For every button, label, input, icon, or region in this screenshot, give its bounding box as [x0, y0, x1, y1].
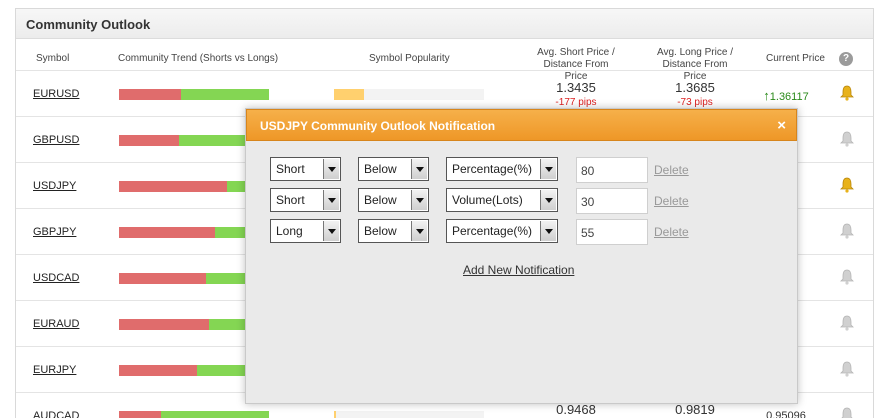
symbol-link[interactable]: GBPUSD: [33, 134, 79, 146]
symbol-link[interactable]: EURAUD: [33, 318, 79, 330]
avg-short-distance: -177 pips: [555, 97, 597, 108]
popularity-bar: [334, 89, 484, 100]
column-current-price: Current Price: [766, 53, 825, 64]
chevron-down-icon[interactable]: [323, 190, 339, 210]
current-price: ↑1.36117: [746, 88, 826, 103]
type-value: Long: [276, 224, 303, 238]
trend-bar-shorts: [119, 273, 206, 284]
notification-row: Long Below Percentage(%) 55 Delete: [270, 219, 770, 245]
notification-row: Short Below Percentage(%) 80 Delete: [270, 157, 770, 183]
condition-value: Below: [364, 162, 397, 176]
chevron-down-icon[interactable]: [323, 221, 339, 241]
current-price-value: 0.95096: [766, 410, 806, 418]
trend-bar-shorts: [119, 365, 197, 376]
popularity-bar: [334, 411, 484, 418]
modal-title: USDJPY Community Outlook Notification: [260, 119, 496, 133]
type-select[interactable]: Long: [270, 219, 341, 243]
symbol-link[interactable]: USDJPY: [33, 180, 76, 192]
column-avg-long-line1: Avg. Long Price /: [657, 47, 733, 58]
trend-bar-shorts: [119, 319, 209, 330]
chevron-down-icon[interactable]: [411, 190, 427, 210]
bell-icon[interactable]: [840, 407, 854, 418]
bell-active-icon[interactable]: [840, 177, 854, 193]
bell-active-icon[interactable]: [840, 85, 854, 101]
avg-short-price: 0.9468: [556, 402, 596, 417]
panel-title: Community Outlook: [16, 9, 873, 39]
delete-link[interactable]: Delete: [654, 194, 689, 208]
chevron-down-icon[interactable]: [411, 221, 427, 241]
popularity-bar-fill: [334, 411, 336, 418]
notification-row: Short Below Volume(Lots) 30 Delete: [270, 188, 770, 214]
measure-select[interactable]: Percentage(%): [446, 219, 558, 243]
column-popularity: Symbol Popularity: [369, 53, 450, 64]
avg-short-price: 1.3435: [556, 80, 596, 95]
symbol-link[interactable]: EURJPY: [33, 364, 76, 376]
value-input[interactable]: 30: [576, 188, 648, 214]
condition-value: Below: [364, 193, 397, 207]
column-avg-short-line1: Avg. Short Price /: [537, 47, 615, 58]
measure-value: Volume(Lots): [452, 193, 523, 207]
current-price-value: 1.36117: [769, 91, 809, 103]
trend-bar: [119, 89, 269, 100]
close-icon[interactable]: ×: [777, 117, 786, 134]
chevron-down-icon[interactable]: [540, 190, 556, 210]
symbol-link[interactable]: AUDCAD: [33, 410, 79, 418]
chevron-down-icon[interactable]: [540, 221, 556, 241]
trend-bar: [119, 411, 269, 418]
symbol-link[interactable]: GBPJPY: [33, 226, 76, 238]
chevron-down-icon[interactable]: [540, 159, 556, 179]
column-symbol: Symbol: [36, 53, 70, 64]
trend-bar-shorts: [119, 411, 161, 418]
avg-long-distance: -73 pips: [677, 97, 713, 108]
bell-icon[interactable]: [840, 131, 854, 147]
popularity-bar-fill: [334, 89, 364, 100]
measure-select[interactable]: Volume(Lots): [446, 188, 558, 212]
delete-link[interactable]: Delete: [654, 225, 689, 239]
chevron-down-icon[interactable]: [323, 159, 339, 179]
avg-long-price: 1.3685: [675, 80, 715, 95]
type-value: Short: [276, 193, 305, 207]
bell-icon[interactable]: [840, 315, 854, 331]
value-input[interactable]: 80: [576, 157, 648, 183]
type-value: Short: [276, 162, 305, 176]
type-select[interactable]: Short: [270, 157, 341, 181]
modal-header: USDJPY Community Outlook Notification ×: [246, 109, 797, 141]
measure-select[interactable]: Percentage(%): [446, 157, 558, 181]
symbol-link[interactable]: USDCAD: [33, 272, 79, 284]
trend-bar-shorts: [119, 89, 181, 100]
column-trend: Community Trend (Shorts vs Longs): [118, 53, 279, 64]
condition-value: Below: [364, 224, 397, 238]
value-input[interactable]: 55: [576, 219, 648, 245]
delete-link[interactable]: Delete: [654, 163, 689, 177]
current-price: 0.95096: [746, 410, 826, 418]
bell-icon[interactable]: [840, 269, 854, 285]
type-select[interactable]: Short: [270, 188, 341, 212]
trend-bar-shorts: [119, 181, 227, 192]
help-icon[interactable]: ?: [839, 52, 853, 66]
add-new-notification-link[interactable]: Add New Notification: [463, 263, 574, 277]
measure-value: Percentage(%): [452, 162, 533, 176]
condition-select[interactable]: Below: [358, 188, 429, 212]
chevron-down-icon[interactable]: [411, 159, 427, 179]
bell-icon[interactable]: [840, 361, 854, 377]
bell-icon[interactable]: [840, 223, 854, 239]
condition-select[interactable]: Below: [358, 219, 429, 243]
notification-modal: USDJPY Community Outlook Notification × …: [245, 108, 798, 404]
avg-long-price: 0.9819: [675, 402, 715, 417]
measure-value: Percentage(%): [452, 224, 533, 238]
trend-bar-shorts: [119, 227, 215, 238]
condition-select[interactable]: Below: [358, 157, 429, 181]
trend-bar-shorts: [119, 135, 179, 146]
symbol-link[interactable]: EURUSD: [33, 88, 79, 100]
